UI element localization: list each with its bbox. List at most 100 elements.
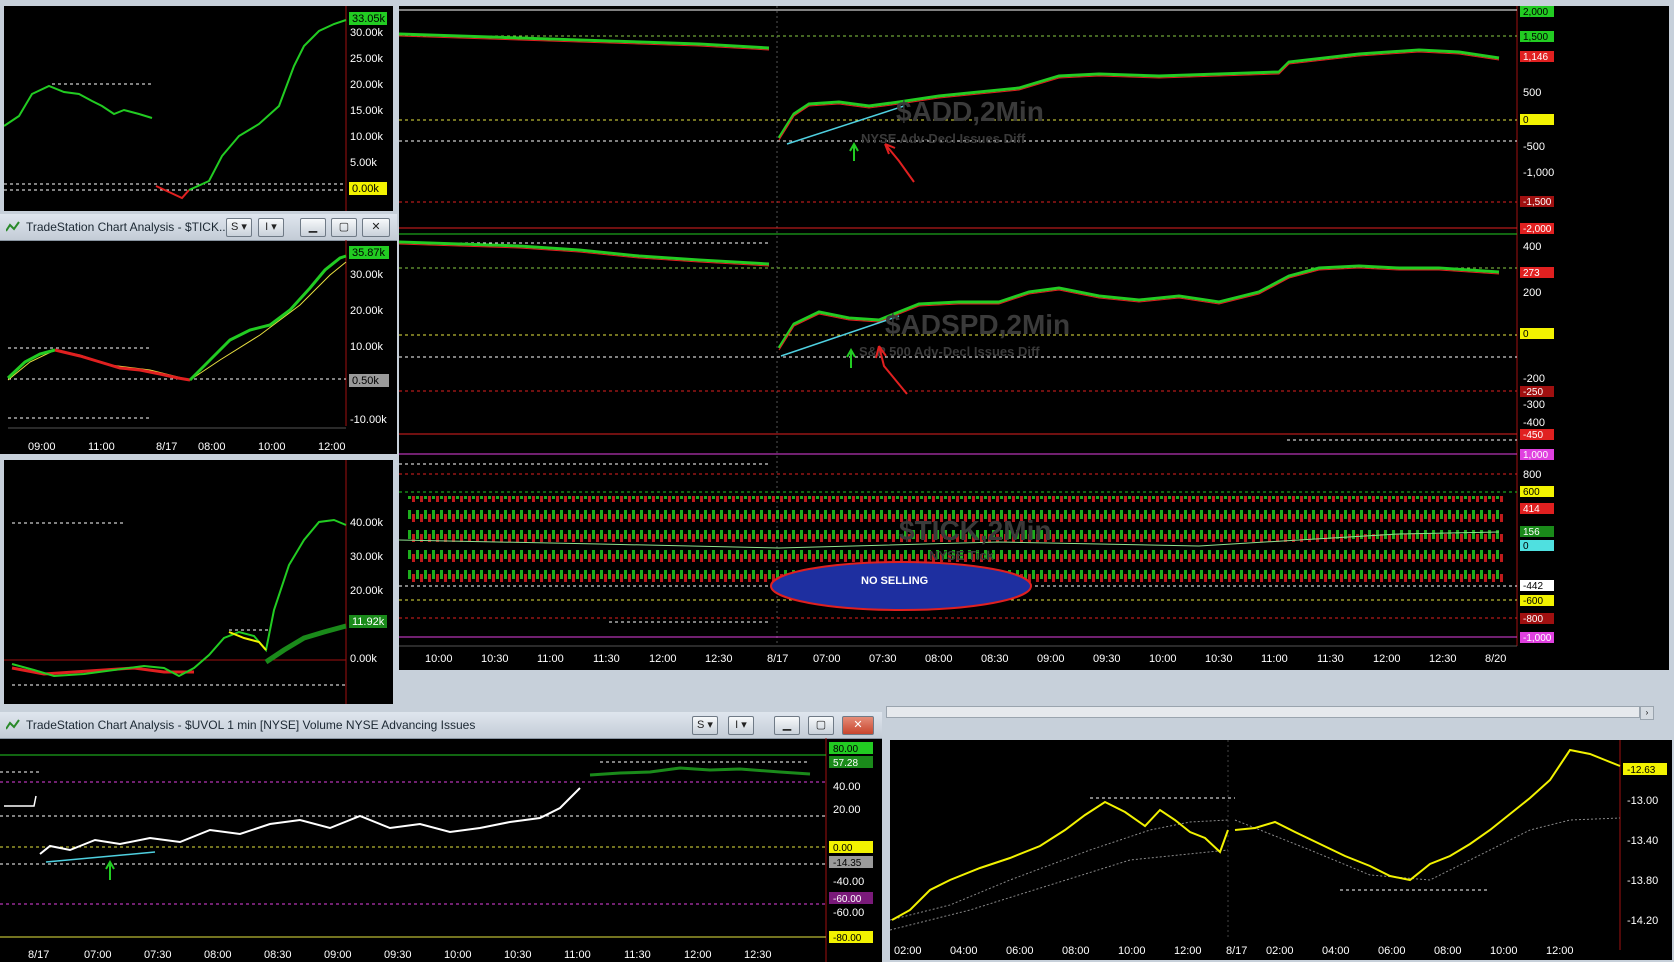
- main-chart: $ADD,2Min NYSE Adv-Decl Issues Diff $ADS…: [399, 6, 1554, 665]
- last-value-badge: 11.92k: [352, 616, 385, 628]
- tick-window-titlebar[interactable]: TradeStation Chart Analysis - $TICK... S…: [0, 214, 397, 241]
- minimize-button[interactable]: ▁: [774, 716, 800, 735]
- close-button[interactable]: ✕: [362, 218, 390, 237]
- time-label: 08:00: [198, 441, 226, 453]
- style-menu-button[interactable]: S ▾: [226, 218, 252, 237]
- time-label: 11:30: [593, 653, 620, 665]
- tick-mini-chart: 30.00k 20.00k 10.00k -10.00k 35.87k 0.50…: [6, 240, 389, 453]
- time-label: 8/17: [767, 653, 788, 665]
- indicator-menu-button[interactable]: I ▾: [258, 218, 284, 237]
- mid-left-chart-window: 40.00k 30.00k 20.00k 10.00k 0.00k 11.92k: [4, 460, 393, 704]
- time-label: 02:00: [1266, 945, 1294, 957]
- axis-badge: -12.63: [1627, 765, 1656, 776]
- time-label: 12:00: [318, 441, 346, 453]
- uvol-chart-window: TradeStation Chart Analysis - $UVOL 1 mi…: [0, 712, 882, 962]
- bottom-right-chart: -12.63 -13.00 -13.40 -13.80 -14.20 02:00…: [890, 740, 1667, 957]
- scale-label: 0.00k: [350, 653, 377, 665]
- main-time-axis: 10:00 10:30 11:00 11:30 12:00 12:30 8/17…: [425, 653, 1506, 665]
- axis-badge: -800: [1523, 614, 1543, 625]
- indicator-menu-button[interactable]: I ▾: [728, 716, 754, 735]
- main-price-axis: 2,000 1,500 1,146 500 0 -500 -1,000 -1,5…: [1520, 6, 1554, 644]
- scroll-right-button[interactable]: ›: [1640, 706, 1654, 720]
- time-label: 12:00: [649, 653, 677, 665]
- maximize-button[interactable]: ▢: [331, 218, 357, 237]
- button-label: I: [735, 719, 739, 731]
- axis-badge: 57.28: [833, 758, 858, 769]
- style-menu-button[interactable]: S ▾: [692, 716, 718, 735]
- time-label: 10:30: [1205, 653, 1233, 665]
- uvol-scale: 80.00 57.28 40.00 20.00 0.00 -14.35 -40.…: [829, 742, 873, 944]
- time-label: 8/17: [156, 441, 177, 453]
- axis-badge: 0: [1523, 115, 1529, 126]
- adspd-pane: $ADSPD,2Min S&P 500 Adv-Decl Issues Diff: [399, 240, 1517, 435]
- scale-label: 40.00k: [350, 517, 384, 529]
- time-label: 06:00: [1378, 945, 1406, 957]
- window-title: TradeStation Chart Analysis - $TICK...: [26, 220, 229, 234]
- minimize-button[interactable]: ▁: [300, 218, 326, 237]
- axis-label: -14.20: [1627, 915, 1658, 927]
- time-label: 8/17: [1226, 945, 1247, 957]
- axis-badge: -1,000: [1523, 633, 1552, 644]
- scale-label: 20.00k: [350, 79, 384, 91]
- tick-watermark: $TICK,2Min: [899, 515, 1051, 546]
- axis-label: -13.00: [1627, 795, 1658, 807]
- axis-badge: -2,000: [1523, 224, 1552, 235]
- time-label: 07:30: [869, 653, 897, 665]
- axis-label: 400: [1523, 241, 1541, 253]
- scale-label: 20.00k: [350, 305, 384, 317]
- time-label: 07:30: [144, 949, 172, 961]
- uvol-window-titlebar[interactable]: TradeStation Chart Analysis - $UVOL 1 mi…: [0, 712, 882, 739]
- axis-badge: 2,000: [1523, 7, 1548, 18]
- axis-badge: -250: [1523, 387, 1543, 398]
- bottom-right-scale: -12.63 -13.00 -13.40 -13.80 -14.20: [1623, 763, 1667, 927]
- green-arrow-icon: [849, 141, 859, 161]
- horizontal-scrollbar[interactable]: [886, 706, 1640, 718]
- time-label: 8/20: [1485, 653, 1506, 665]
- adspd-watermark: $ADSPD,2Min: [885, 309, 1070, 340]
- time-label: 12:30: [744, 949, 772, 961]
- scale-label: -10.00k: [350, 414, 387, 426]
- window-title: TradeStation Chart Analysis - $UVOL 1 mi…: [26, 718, 476, 732]
- time-label: 8/17: [28, 949, 49, 961]
- axis-badge: 0: [1523, 329, 1529, 340]
- time-label: 10:30: [481, 653, 509, 665]
- time-label: 04:00: [1322, 945, 1350, 957]
- axis-badge: 600: [1523, 487, 1540, 498]
- button-label: I: [265, 221, 269, 233]
- button-label: S: [231, 221, 239, 233]
- red-arrow-icon: [884, 143, 915, 183]
- time-label: 08:30: [264, 949, 292, 961]
- axis-label: -13.40: [1627, 835, 1658, 847]
- tick-mini-scale: 30.00k 20.00k 10.00k -10.00k: [350, 269, 387, 426]
- time-label: 12:00: [1546, 945, 1574, 957]
- scale-label: 20.00k: [350, 585, 384, 597]
- axis-label: -400: [1523, 417, 1545, 429]
- scale-label: 15.00k: [350, 105, 384, 117]
- tradestation-logo-icon: [6, 221, 20, 232]
- time-label: 08:30: [981, 653, 1009, 665]
- bottom-right-chart-window: -12.63 -13.00 -13.40 -13.80 -14.20 02:00…: [890, 740, 1672, 960]
- time-label: 11:00: [1261, 653, 1288, 665]
- close-button[interactable]: ✕: [842, 716, 874, 735]
- scale-label: 30.00k: [350, 27, 384, 39]
- time-label: 10:00: [1118, 945, 1146, 957]
- axis-badge: 273: [1523, 268, 1540, 279]
- axis-badge: 80.00: [833, 744, 858, 755]
- time-label: 07:00: [84, 949, 112, 961]
- time-label: 12:00: [684, 949, 712, 961]
- time-label: 12:30: [1429, 653, 1457, 665]
- scale-label: 10.00k: [350, 341, 384, 353]
- maximize-button[interactable]: ▢: [808, 716, 834, 735]
- green-arrow-icon: [846, 347, 856, 368]
- axis-label: -300: [1523, 399, 1545, 411]
- time-label: 09:30: [384, 949, 412, 961]
- axis-badge: -1,500: [1523, 197, 1552, 208]
- axis-badge: 156: [1523, 527, 1540, 538]
- uvol-time-axis: 8/17 07:00 07:30 08:00 08:30 09:00 09:30…: [28, 949, 772, 961]
- add-pane: $ADD,2Min NYSE Adv-Decl Issues Diff: [399, 9, 1517, 235]
- time-label: 10:00: [425, 653, 453, 665]
- last-value-badge: 33.05k: [352, 13, 386, 25]
- axis-label: 40.00: [833, 781, 861, 793]
- tick-mini-time-axis: 09:00 11:00 8/17 08:00 10:00 12:00: [28, 441, 346, 453]
- axis-badge: -80.00: [833, 933, 862, 944]
